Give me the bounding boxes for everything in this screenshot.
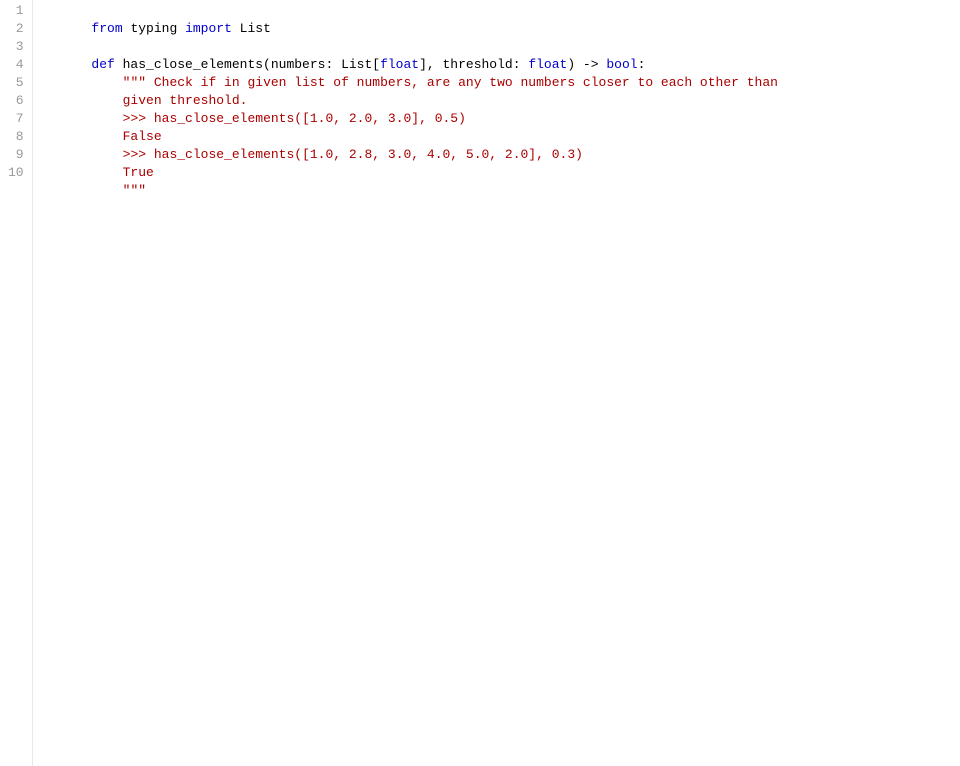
docstring-4: False	[91, 129, 161, 144]
plain-4: ], threshold:	[419, 57, 528, 72]
code-line-3: def has_close_elements(numbers: List[flo…	[45, 38, 960, 56]
code-line-1: from typing import List	[45, 2, 960, 20]
prompt-2: >>>	[123, 147, 146, 162]
prompt-1: >>>	[123, 111, 146, 126]
keyword-from: from	[91, 21, 122, 36]
docstring-1: """ Check if in given list of numbers, a…	[123, 75, 778, 90]
keyword-float1: float	[380, 57, 419, 72]
keyword-float2: float	[528, 57, 567, 72]
line-num-4: 4	[8, 56, 24, 74]
line-num-8: 8	[8, 128, 24, 146]
plain-2: List	[232, 21, 271, 36]
docstring-5: has_close_elements([1.0, 2.8, 3.0, 4.0, …	[146, 147, 583, 162]
line-num-5: 5	[8, 74, 24, 92]
keyword-bool: bool	[606, 57, 637, 72]
docstring-3: has_close_elements([1.0, 2.0, 3.0], 0.5)	[146, 111, 466, 126]
line-num-7: 7	[8, 110, 24, 128]
plain-3: has_close_elements(numbers: List[	[115, 57, 380, 72]
plain-1: typing	[123, 21, 185, 36]
code-line-10: """	[45, 164, 960, 182]
line-num-2: 2	[8, 20, 24, 38]
line-num-1: 1	[8, 2, 24, 20]
line-numbers: 1 2 3 4 5 6 7 8 9 10	[0, 0, 33, 766]
code-line-8: >>> has_close_elements([1.0, 2.8, 3.0, 4…	[45, 128, 960, 146]
plain-9	[91, 147, 122, 162]
keyword-import: import	[185, 21, 232, 36]
code-content[interactable]: from typing import List def has_close_el…	[33, 0, 960, 766]
line-num-3: 3	[8, 38, 24, 56]
plain-10	[91, 183, 122, 198]
plain-8	[91, 111, 122, 126]
docstring-6: True	[91, 165, 153, 180]
plain-5: ) ->	[567, 57, 606, 72]
plain-7	[91, 75, 122, 90]
keyword-def: def	[91, 57, 114, 72]
code-editor: 1 2 3 4 5 6 7 8 9 10 from typing import …	[0, 0, 960, 766]
docstring-7: """	[123, 183, 146, 198]
line-num-6: 6	[8, 92, 24, 110]
plain-6: :	[638, 57, 646, 72]
line-num-9: 9	[8, 146, 24, 164]
docstring-2: given threshold.	[91, 93, 247, 108]
line-num-10: 10	[8, 164, 24, 182]
